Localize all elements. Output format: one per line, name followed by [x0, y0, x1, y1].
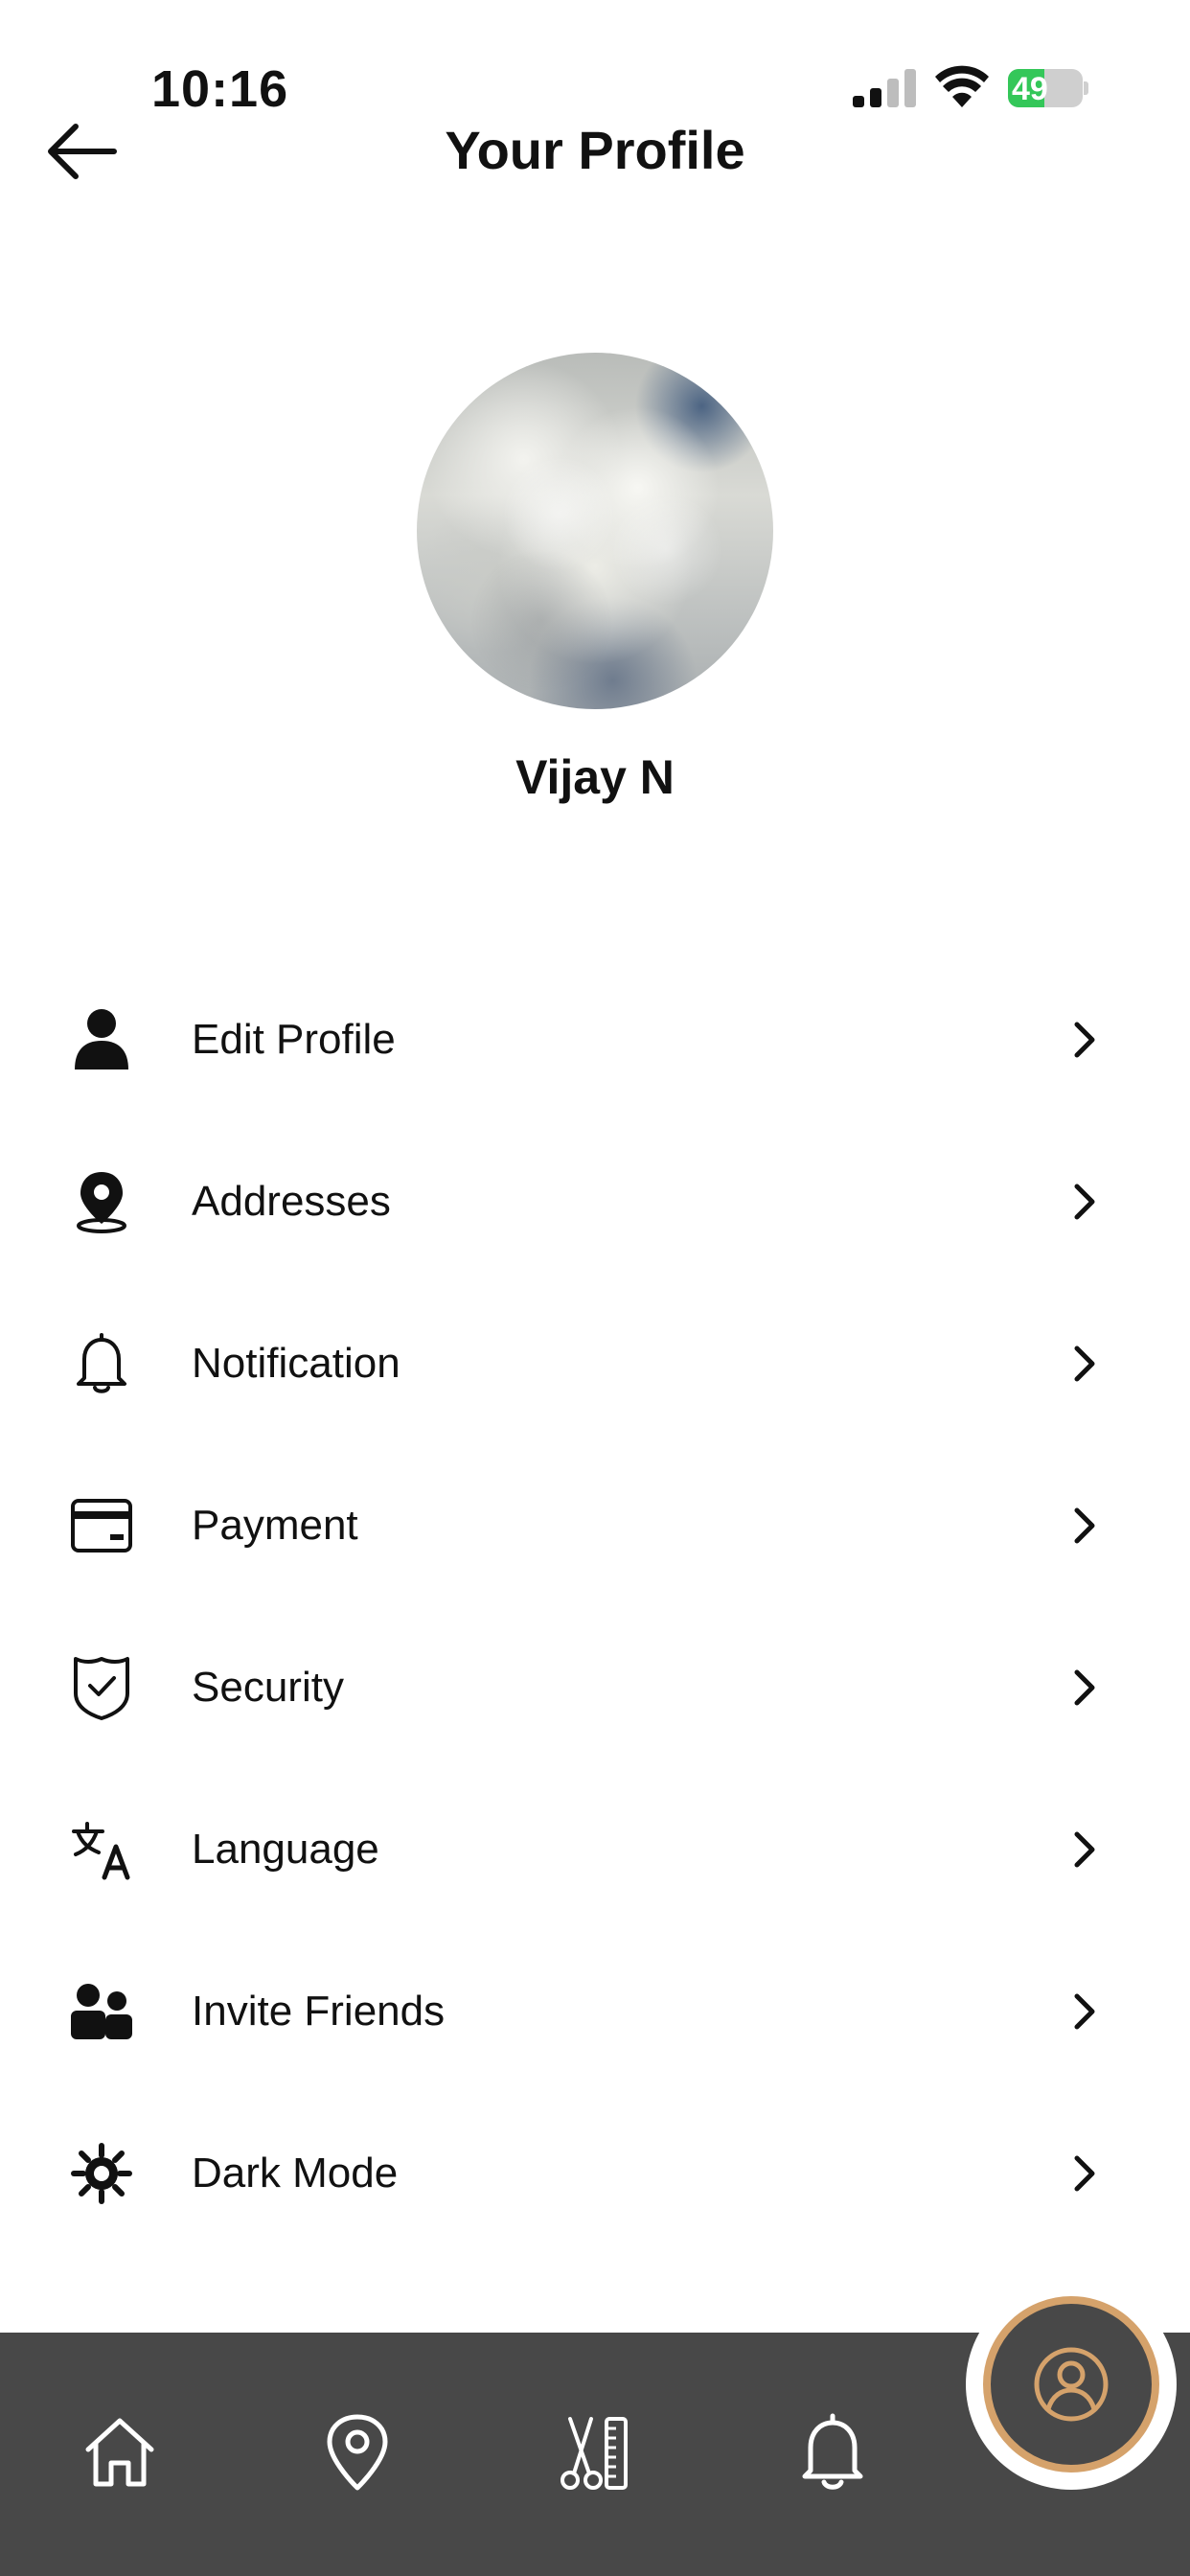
sun-gear-icon	[67, 2139, 136, 2208]
menu-item-label: Invite Friends	[192, 1987, 446, 2035]
nav-profile[interactable]	[983, 2296, 1159, 2472]
page-title: Your Profile	[445, 120, 745, 180]
avatar[interactable]	[417, 353, 773, 709]
chevron-right-icon	[1074, 1346, 1095, 1381]
chevron-right-icon	[1074, 1184, 1095, 1219]
profile-name: Vijay N	[515, 750, 675, 804]
shield-check-icon	[67, 1653, 136, 1722]
battery-indicator: 49	[1008, 69, 1088, 107]
menu-item-dark-mode[interactable]: Dark Mode	[0, 2092, 1190, 2254]
menu-item-label: Payment	[192, 1501, 358, 1549]
profile-icon	[1034, 2347, 1109, 2422]
credit-card-icon	[67, 1491, 136, 1560]
chevron-right-icon	[1074, 1993, 1095, 2029]
menu-item-addresses[interactable]: Addresses	[0, 1120, 1190, 1282]
nav-notifications[interactable]	[790, 2409, 876, 2496]
nav-services[interactable]	[552, 2409, 638, 2496]
nav-home[interactable]	[77, 2409, 163, 2496]
chevron-right-icon	[1074, 1507, 1095, 1543]
menu-item-language[interactable]: Language	[0, 1768, 1190, 1930]
menu-item-payment[interactable]: Payment	[0, 1444, 1190, 1606]
nav-location[interactable]	[314, 2409, 400, 2496]
scissors-comb-icon	[561, 2417, 628, 2490]
menu-item-security[interactable]: Security	[0, 1606, 1190, 1768]
translate-icon	[67, 1815, 136, 1884]
status-time: 10:16	[151, 60, 289, 118]
friends-icon	[67, 1977, 136, 2046]
battery-percent: 49	[1012, 71, 1048, 107]
menu-item-label: Notification	[192, 1339, 400, 1387]
location-pin-icon	[67, 1167, 136, 1236]
cellular-signal-icon	[853, 69, 916, 107]
menu-item-notification[interactable]: Notification	[0, 1282, 1190, 1444]
menu-item-edit-profile[interactable]: Edit Profile	[0, 958, 1190, 1120]
chevron-right-icon	[1074, 1669, 1095, 1705]
home-icon	[85, 2418, 154, 2487]
menu-item-label: Language	[192, 1825, 379, 1873]
bell-icon	[67, 1329, 136, 1398]
map-pin-icon	[327, 2414, 388, 2491]
menu-item-invite-friends[interactable]: Invite Friends	[0, 1930, 1190, 2092]
menu-item-label: Dark Mode	[192, 2149, 399, 2196]
chevron-right-icon	[1074, 1831, 1095, 1867]
menu-item-label: Addresses	[192, 1177, 391, 1225]
chevron-right-icon	[1074, 1022, 1095, 1057]
chevron-right-icon	[1074, 2155, 1095, 2191]
bell-icon	[802, 2413, 863, 2490]
menu-item-label: Edit Profile	[192, 1015, 396, 1063]
menu-item-label: Security	[192, 1663, 344, 1711]
wifi-icon	[935, 65, 989, 107]
user-icon	[67, 1005, 136, 1074]
